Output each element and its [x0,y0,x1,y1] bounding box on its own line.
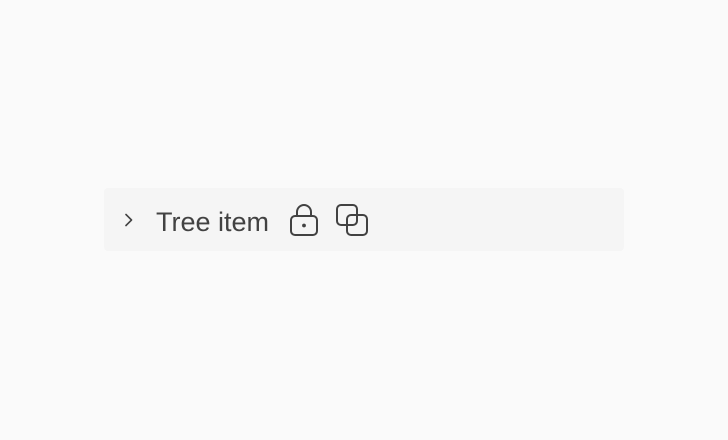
chevron-right-icon[interactable] [120,211,138,229]
lock-closed-icon[interactable] [287,202,321,238]
copy-icon[interactable] [334,202,370,238]
tree-item-label: Tree item [156,207,270,237]
